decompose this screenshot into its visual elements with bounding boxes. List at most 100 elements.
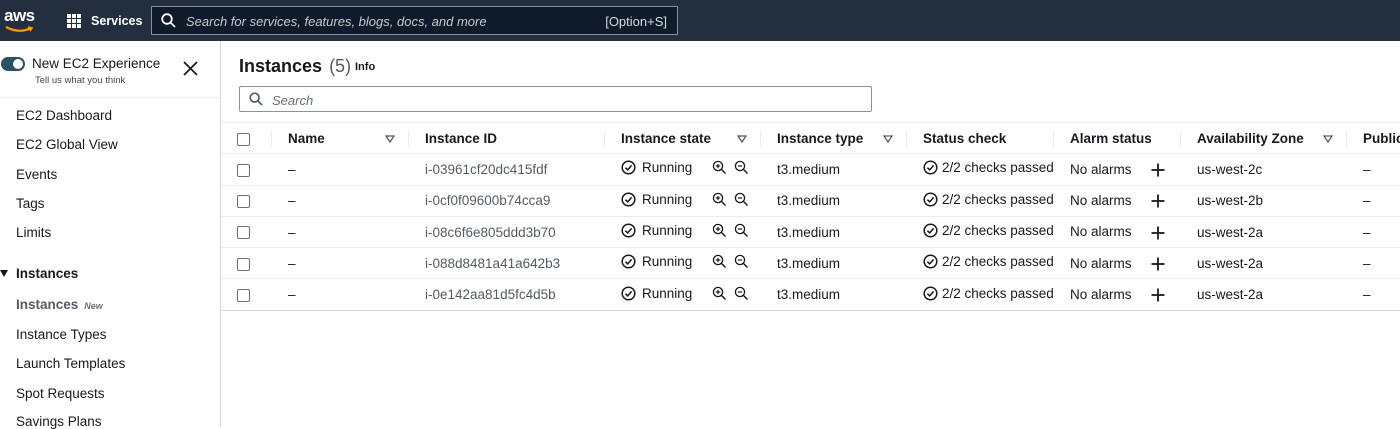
column-header-alarm-status[interactable]: Alarm status bbox=[1054, 121, 1181, 155]
close-icon[interactable] bbox=[183, 61, 198, 76]
instance-state-cell: Running bbox=[605, 247, 761, 280]
aws-logo[interactable]: aws bbox=[2, 4, 38, 36]
sort-icon[interactable] bbox=[385, 135, 395, 143]
alarm-status-label: No alarms bbox=[1070, 224, 1132, 240]
check-circle-icon bbox=[621, 192, 636, 207]
sort-icon[interactable] bbox=[737, 135, 747, 143]
sidebar-section-instances[interactable]: Instances bbox=[0, 266, 78, 281]
instance-id-link[interactable]: i-03961cf20dc415fdf bbox=[409, 153, 605, 186]
status-check-cell: 2/2 checks passed bbox=[907, 185, 1054, 217]
instance-id-link[interactable]: i-08c6f6e805ddd3b70 bbox=[409, 216, 605, 249]
instances-search-input[interactable]: Search bbox=[239, 86, 872, 112]
column-header-instance-state[interactable]: Instance state bbox=[605, 121, 761, 155]
instance-type-cell: t3.medium bbox=[761, 216, 907, 249]
zoom-in-icon[interactable] bbox=[712, 286, 727, 301]
instance-state-cell: Running bbox=[605, 216, 761, 249]
public-cell: – bbox=[1347, 278, 1400, 311]
grid-icon bbox=[67, 14, 81, 28]
column-header-status-check[interactable]: Status check bbox=[907, 121, 1054, 155]
check-circle-icon bbox=[621, 160, 636, 175]
table-row[interactable]: – i-03961cf20dc415fdf Running t3.medium … bbox=[221, 153, 1400, 186]
top-navigation-bar: aws Services Search for services, featur… bbox=[0, 0, 1400, 41]
availability-zone-cell: us-west-2a bbox=[1181, 247, 1347, 280]
page-title-text: Instances bbox=[239, 56, 323, 76]
global-search-input[interactable]: Search for services, features, blogs, do… bbox=[151, 6, 678, 35]
alarm-status-label: No alarms bbox=[1070, 193, 1132, 209]
alarm-status-label: No alarms bbox=[1070, 255, 1132, 271]
search-placeholder: Search bbox=[272, 93, 314, 108]
zoom-in-icon[interactable] bbox=[712, 160, 727, 175]
table-row[interactable]: – i-0cf0f09600b74cca9 Running t3.medium … bbox=[221, 185, 1400, 217]
sidebar-item-ec2-dashboard[interactable]: EC2 Dashboard bbox=[16, 108, 112, 123]
sidebar-item-instance-types[interactable]: Instance Types bbox=[16, 327, 107, 342]
search-icon bbox=[249, 92, 263, 106]
feedback-link[interactable]: Tell us what you think bbox=[35, 75, 125, 86]
new-badge: New bbox=[84, 301, 103, 311]
sidebar-item-limits[interactable]: Limits bbox=[16, 225, 51, 240]
services-label: Services bbox=[91, 14, 143, 28]
zoom-out-icon[interactable] bbox=[734, 192, 749, 207]
public-cell: – bbox=[1347, 185, 1400, 217]
check-circle-icon bbox=[923, 286, 938, 301]
alarm-status-cell: No alarms bbox=[1054, 247, 1181, 280]
zoom-in-icon[interactable] bbox=[712, 254, 727, 269]
sidebar-item-ec2-global-view[interactable]: EC2 Global View bbox=[16, 137, 118, 152]
row-select-cell bbox=[221, 247, 272, 280]
table-row[interactable]: – i-088d8481a41a642b3 Running t3.medium … bbox=[221, 247, 1400, 280]
add-alarm-icon[interactable] bbox=[1151, 163, 1165, 177]
new-experience-toggle[interactable] bbox=[1, 57, 25, 71]
sidebar-item-spot-requests[interactable]: Spot Requests bbox=[16, 386, 105, 401]
sidebar-divider bbox=[0, 97, 220, 98]
column-header-name[interactable]: Name bbox=[272, 121, 409, 155]
row-select-cell bbox=[221, 278, 272, 311]
sidebar-item-label: Instances bbox=[16, 297, 79, 312]
row-checkbox[interactable] bbox=[237, 163, 250, 177]
select-all-checkbox[interactable] bbox=[237, 132, 250, 146]
status-check-label: 2/2 checks passed bbox=[942, 223, 1054, 239]
column-header-availability-zone[interactable]: Availability Zone bbox=[1181, 121, 1347, 155]
add-alarm-icon[interactable] bbox=[1151, 288, 1165, 302]
zoom-out-icon[interactable] bbox=[734, 160, 749, 175]
aws-logo-text: aws bbox=[4, 6, 35, 25]
instance-type-cell: t3.medium bbox=[761, 247, 907, 280]
zoom-in-icon[interactable] bbox=[712, 223, 727, 238]
zoom-in-icon[interactable] bbox=[712, 192, 727, 207]
sort-icon[interactable] bbox=[1323, 135, 1333, 143]
table-row[interactable]: – i-08c6f6e805ddd3b70 Running t3.medium … bbox=[221, 216, 1400, 249]
row-checkbox[interactable] bbox=[237, 289, 250, 303]
alarm-status-label: No alarms bbox=[1070, 161, 1132, 177]
availability-zone-cell: us-west-2b bbox=[1181, 185, 1347, 217]
sidebar-item-tags[interactable]: Tags bbox=[16, 196, 45, 211]
instance-type-cell: t3.medium bbox=[761, 185, 907, 217]
instance-id-link[interactable]: i-088d8481a41a642b3 bbox=[409, 247, 605, 280]
row-checkbox[interactable] bbox=[237, 226, 250, 240]
instance-id-link[interactable]: i-0e142aa81d5fc4d5b bbox=[409, 278, 605, 311]
zoom-out-icon[interactable] bbox=[734, 286, 749, 301]
status-check-label: 2/2 checks passed bbox=[942, 160, 1054, 176]
sidebar-item-events[interactable]: Events bbox=[16, 167, 57, 182]
column-header-instance-type[interactable]: Instance type bbox=[761, 121, 907, 155]
add-alarm-icon[interactable] bbox=[1151, 194, 1165, 208]
sort-icon[interactable] bbox=[883, 135, 893, 143]
instance-state-label: Running bbox=[642, 254, 693, 270]
column-header-public[interactable]: Public bbox=[1347, 121, 1400, 155]
add-alarm-icon[interactable] bbox=[1151, 257, 1165, 271]
add-alarm-icon[interactable] bbox=[1151, 226, 1165, 240]
row-checkbox[interactable] bbox=[237, 257, 250, 271]
instance-state-label: Running bbox=[642, 285, 693, 301]
table-row[interactable]: – i-0e142aa81d5fc4d5b Running t3.medium … bbox=[221, 278, 1400, 311]
row-checkbox[interactable] bbox=[237, 195, 250, 209]
search-shortcut: [Option+S] bbox=[605, 14, 667, 29]
instance-type-cell: t3.medium bbox=[761, 153, 907, 186]
instance-id-link[interactable]: i-0cf0f09600b74cca9 bbox=[409, 185, 605, 217]
info-link[interactable]: Info bbox=[355, 61, 375, 73]
column-header-instance-id[interactable]: Instance ID bbox=[409, 121, 605, 155]
instance-type-cell: t3.medium bbox=[761, 278, 907, 311]
zoom-out-icon[interactable] bbox=[734, 254, 749, 269]
sidebar-item-instances[interactable]: Instances New bbox=[16, 297, 103, 312]
services-menu-button[interactable]: Services bbox=[67, 12, 142, 30]
sidebar-item-launch-templates[interactable]: Launch Templates bbox=[16, 356, 125, 371]
zoom-out-icon[interactable] bbox=[734, 223, 749, 238]
instance-state-label: Running bbox=[642, 160, 693, 176]
instances-table: Name Instance ID Instance state Instance… bbox=[221, 121, 1400, 311]
